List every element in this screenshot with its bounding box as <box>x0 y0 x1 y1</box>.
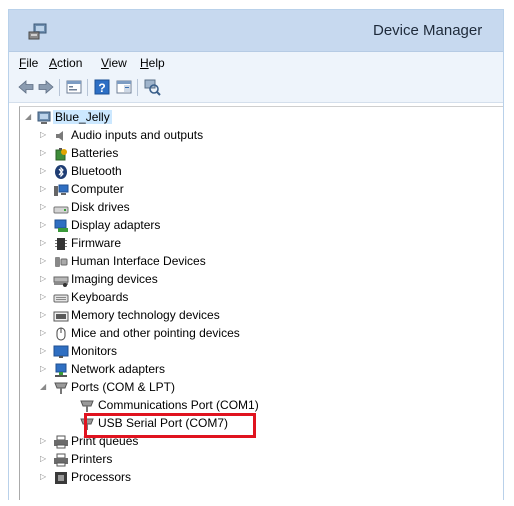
mouse-icon <box>56 327 66 341</box>
expand-arrow-icon[interactable]: ▷ <box>40 310 48 320</box>
printer-icon <box>54 435 68 449</box>
tree-item-label: Mice and other pointing devices <box>71 326 240 340</box>
hid-icon <box>55 257 68 267</box>
toolbar: ? <box>9 74 503 103</box>
tree-item-label: Ports (COM & LPT) <box>71 380 176 394</box>
menu-view[interactable]: View <box>101 56 127 70</box>
tree-item-label: Computer <box>71 182 124 196</box>
port-connector-icon <box>54 382 68 394</box>
forward-icon[interactable] <box>37 78 55 96</box>
speaker-icon <box>56 131 63 141</box>
tree-item-label: Display adapters <box>71 218 161 232</box>
expand-arrow-icon[interactable]: ▷ <box>40 436 48 446</box>
tree-item-label: Keyboards <box>71 290 129 304</box>
scanner-icon <box>53 276 69 287</box>
network-adapter-icon <box>55 363 67 377</box>
tree-item-label: Communications Port (COM1) <box>98 398 259 412</box>
expand-arrow-icon[interactable]: ▷ <box>40 184 48 194</box>
tree-item-label: Monitors <box>71 344 118 358</box>
tree-item-label: Processors <box>71 470 132 484</box>
expand-arrow-icon[interactable]: ▷ <box>40 472 48 482</box>
toolbar-separator <box>87 79 88 96</box>
properties-icon[interactable] <box>65 78 83 96</box>
expand-arrow-icon[interactable]: ▷ <box>40 130 48 140</box>
device-tree: ◢ Blue_Jelly ▷ Audio inputs and outputs … <box>19 106 503 500</box>
display-adapter-icon <box>54 219 68 232</box>
back-icon[interactable] <box>17 78 35 96</box>
tree-item-label: Network adapters <box>71 362 166 376</box>
menu-action-label: ction <box>57 56 83 70</box>
battery-icon <box>55 148 67 161</box>
tree-root-label: Blue_Jelly <box>53 110 112 124</box>
bluetooth-icon <box>55 165 67 179</box>
menu-action-mnemonic: A <box>49 56 58 70</box>
tree-item-label: Firmware <box>71 236 121 250</box>
menu-bar: File Action View Help <box>9 52 503 74</box>
menu-help-label: elp <box>148 56 165 70</box>
tree-item-label: Print queues <box>71 434 139 448</box>
printer-icon <box>54 453 68 467</box>
port-connector-icon <box>80 418 94 430</box>
menu-help-mnemonic: H <box>140 56 149 70</box>
toolbar-separator <box>137 79 138 96</box>
tree-item-label: Bluetooth <box>71 164 122 178</box>
port-connector-icon <box>80 400 94 412</box>
expand-arrow-icon[interactable]: ▷ <box>40 292 48 302</box>
expand-arrow-icon[interactable]: ▷ <box>40 454 48 464</box>
title-bar[interactable]: Device Manager <box>9 10 503 52</box>
expand-arrow-icon[interactable]: ▷ <box>40 220 48 230</box>
disk-drive-icon <box>53 206 69 214</box>
monitor-icon <box>53 345 69 358</box>
help-icon[interactable]: ? <box>93 78 111 96</box>
tree-item-label: Disk drives <box>71 200 130 214</box>
expand-arrow-icon[interactable]: ▷ <box>40 274 48 284</box>
scan-hardware-icon[interactable] <box>143 78 161 96</box>
device-manager-window: Device Manager File Action View Help ? ◢… <box>8 9 504 500</box>
svg-text:?: ? <box>98 81 105 95</box>
tree-item-label: Memory technology devices <box>71 308 220 322</box>
computer-icon <box>37 111 51 124</box>
expand-arrow-icon[interactable]: ▷ <box>40 256 48 266</box>
expand-arrow-icon[interactable]: ▷ <box>40 328 48 338</box>
console-icon[interactable] <box>115 78 133 96</box>
menu-file[interactable]: File <box>19 56 38 70</box>
processor-icon <box>55 472 67 484</box>
menu-help[interactable]: Help <box>140 56 165 70</box>
expand-arrow-icon[interactable]: ▷ <box>40 238 48 248</box>
expand-arrow-icon[interactable]: ▷ <box>40 148 48 158</box>
expand-arrow-icon[interactable]: ▷ <box>40 364 48 374</box>
computer-icon <box>54 184 69 196</box>
menu-action[interactable]: Action <box>49 56 82 70</box>
collapse-arrow-icon[interactable]: ◢ <box>25 112 33 122</box>
tree-item-label: Imaging devices <box>71 272 158 286</box>
menu-file-label: ile <box>26 56 39 70</box>
toolbar-separator <box>59 79 60 96</box>
tree-item-label: Human Interface Devices <box>71 254 206 268</box>
window-title: Device Manager <box>373 22 483 39</box>
expand-arrow-icon[interactable]: ▷ <box>40 346 48 356</box>
menu-view-label: iew <box>108 56 127 70</box>
collapse-arrow-icon[interactable]: ◢ <box>40 382 48 392</box>
firmware-chip-icon <box>55 238 67 250</box>
menu-view-mnemonic: V <box>101 56 109 70</box>
tree-item-label: Audio inputs and outputs <box>71 128 204 142</box>
tree-item-label: Batteries <box>71 146 119 160</box>
tree-item-label: USB Serial Port (COM7) <box>98 416 229 430</box>
memory-card-icon <box>53 311 69 322</box>
expand-arrow-icon[interactable]: ▷ <box>40 166 48 176</box>
device-manager-icon <box>28 23 47 40</box>
expand-arrow-icon[interactable]: ▷ <box>40 202 48 212</box>
keyboard-icon <box>53 294 69 303</box>
tree-item-label: Printers <box>71 452 113 466</box>
